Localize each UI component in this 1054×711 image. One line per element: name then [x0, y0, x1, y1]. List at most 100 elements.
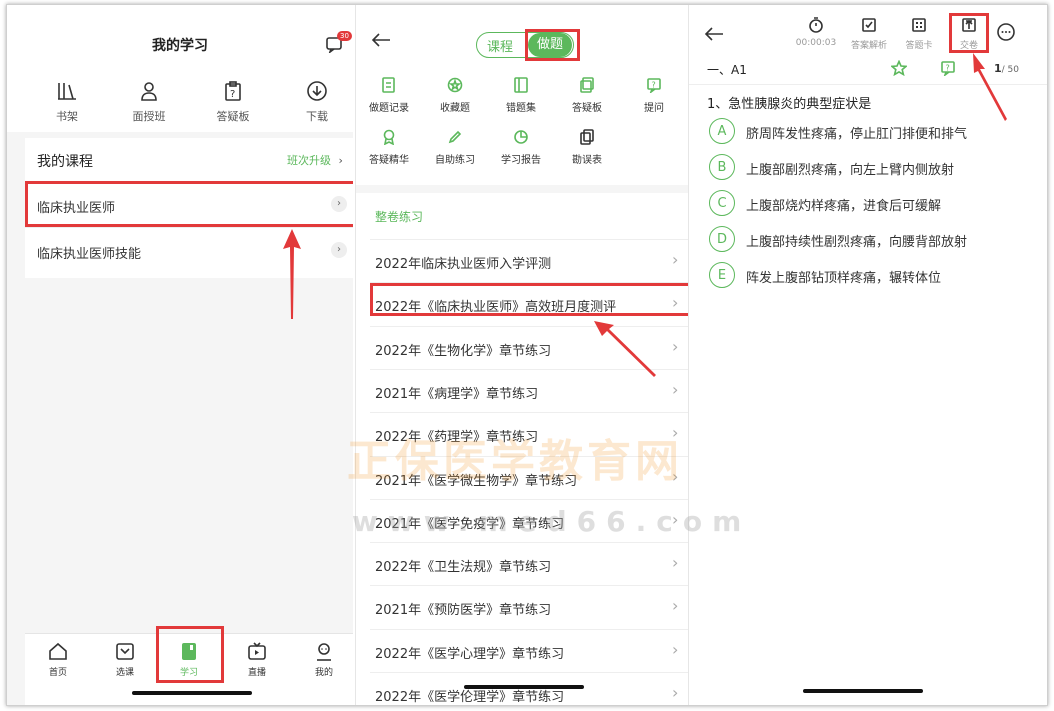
chevron-right-icon: ›	[672, 509, 679, 529]
quick-entry-class[interactable]: 面授班	[121, 80, 177, 124]
quick-entry-qa-board[interactable]: ? 答疑板	[205, 80, 261, 124]
grid-item-report[interactable]: 学习报告	[493, 129, 549, 166]
annotation-arrow	[283, 229, 301, 319]
grid-item-self-practice[interactable]: 自助练习	[427, 129, 483, 166]
quick-entry-bookshelf[interactable]: 书架	[39, 80, 95, 124]
option-d-text[interactable]: 上腹部持续性剧烈疼痛，向腰背部放射	[746, 231, 967, 250]
medal-icon	[383, 129, 395, 146]
pencil-icon	[448, 130, 462, 144]
paper-row[interactable]: 2022年《药理学》章节练习 ›	[370, 412, 688, 455]
tab-course[interactable]: 课程	[480, 36, 520, 55]
option-c-text[interactable]: 上腹部烧灼样疼痛，进食后可缓解	[746, 195, 941, 214]
favorite-button[interactable]	[889, 59, 909, 80]
paper-title: 2022年临床执业医师入学评测	[375, 257, 552, 272]
grid-label: 提问	[644, 103, 664, 114]
option-e-text[interactable]: 阵发上腹部钻顶样疼痛，辗转体位	[746, 267, 941, 286]
home-icon	[49, 642, 67, 660]
home-indicator	[464, 685, 584, 689]
grid-label: 收藏题	[440, 103, 470, 114]
quick-entry-download[interactable]: 下载	[289, 80, 345, 124]
tab-study[interactable]: 学习	[166, 641, 212, 678]
question-mark-icon: ?	[941, 61, 955, 78]
message-badge: 30	[337, 31, 352, 41]
paper-row[interactable]: 2021年《医学微生物学》章节练习 ›	[370, 455, 688, 499]
tab-live[interactable]: 直播	[234, 641, 280, 678]
back-button[interactable]	[370, 31, 392, 53]
tab-home[interactable]: 首页	[35, 641, 81, 678]
study-icon	[182, 643, 196, 660]
grid-item-ask[interactable]: ? 提问	[626, 77, 682, 114]
profile-icon	[317, 643, 331, 661]
qa-board-icon	[580, 77, 594, 93]
grid-item-wrong-book[interactable]: 错题集	[493, 77, 549, 114]
chevron-right-icon: ›	[672, 596, 679, 616]
option-e-badge[interactable]: E	[709, 262, 735, 288]
my-study-screen: 我的学习 30 书架 面授班 ? 答疑板 下载 我的课程 班次升级 › 临床执业…	[7, 5, 353, 705]
chevron-right-icon: ›	[672, 553, 679, 573]
option-d-badge[interactable]: D	[709, 226, 735, 252]
star-icon	[447, 77, 463, 93]
upgrade-link[interactable]: 班次升级 ›	[287, 152, 343, 168]
toolbar-answer-card[interactable]	[894, 17, 944, 37]
question-board-icon: ?	[225, 81, 241, 101]
chevron-right-icon: ›	[672, 250, 679, 269]
back-arrow-icon	[704, 27, 723, 41]
record-icon	[382, 77, 395, 93]
paper-row[interactable]: 2022年临床执业医师入学评测 ›	[370, 239, 688, 282]
svg-text:?: ?	[946, 64, 950, 73]
tab-practice[interactable]: 做题	[528, 33, 572, 57]
option-b-text[interactable]: 上腹部剧烈疼痛，向左上臂内侧放射	[746, 159, 954, 178]
tab-label: 直播	[247, 668, 266, 678]
grid-item-record[interactable]: 做题记录	[361, 77, 417, 114]
bookshelf-icon	[58, 83, 76, 100]
tab-label: 我的	[314, 668, 333, 678]
grid-item-favorites[interactable]: 收藏题	[427, 77, 483, 114]
paper-title: 2022年《药理学》章节练习	[375, 430, 539, 446]
practice-screen: 课程 做题 做题记录 收藏题 错题集 答疑板 ? 提问 答疑精华 自助练习 学习…	[355, 5, 688, 705]
chevron-right-icon: ›	[672, 379, 679, 399]
chevron-right-icon: ›	[672, 683, 679, 702]
back-button[interactable]	[703, 25, 725, 47]
option-a-badge[interactable]: A	[709, 118, 735, 144]
question-text: 1、急性胰腺炎的典型症状是	[707, 97, 872, 112]
message-button[interactable]: 30	[325, 31, 352, 55]
paper-row[interactable]: 2021年《医学免疫学》章节练习 ›	[370, 498, 688, 542]
back-arrow-icon	[371, 33, 390, 47]
annotation-arrow	[594, 321, 656, 377]
course-select-icon	[116, 643, 134, 660]
section-label: 一、A1	[707, 63, 747, 77]
grid-label: 自助练习	[435, 155, 475, 166]
tab-label: 选课	[115, 668, 134, 678]
tab-profile[interactable]: 我的	[301, 641, 347, 678]
grid-label: 学习报告	[501, 155, 541, 166]
toolbar-timer[interactable]	[791, 17, 841, 37]
wrong-book-icon	[514, 77, 528, 93]
submit-icon	[962, 18, 976, 32]
grid-item-errata[interactable]: 勘误表	[559, 129, 615, 166]
paper-row[interactable]: 2021年《预防医学》章节练习 ›	[370, 585, 688, 628]
paper-title: 2022年《医学心理学》章节练习	[375, 646, 565, 662]
grid-item-qa-essence[interactable]: 答疑精华	[361, 129, 417, 166]
page-title: 我的学习	[152, 38, 208, 54]
paper-row[interactable]: 2022年《卫生法规》章节练习 ›	[370, 542, 688, 585]
grid-label: 答疑精华	[369, 155, 409, 166]
grid-item-qa-board[interactable]: 答疑板	[559, 77, 615, 114]
chevron-right-icon: ›	[672, 466, 679, 486]
upgrade-label: 班次升级	[287, 154, 331, 167]
errata-icon	[580, 129, 594, 145]
option-a-text[interactable]: 脐周阵发性疼痛，停止肛门排便和排气	[746, 123, 967, 142]
more-button[interactable]	[997, 23, 1015, 45]
paper-title: 2021年《病理学》章节练习	[375, 386, 539, 402]
toolbar-submit[interactable]	[944, 17, 994, 37]
tab-label: 首页	[48, 668, 67, 678]
option-c-badge[interactable]: C	[709, 190, 735, 216]
paper-row[interactable]: 2022年《医学心理学》章节练习 ›	[370, 628, 688, 672]
tab-course-select[interactable]: 选课	[102, 641, 148, 678]
submit-label: 交卷	[959, 41, 978, 51]
quick-entry-label: 答疑板	[216, 110, 250, 123]
course-row[interactable]: 临床执业医师 ›	[25, 181, 353, 228]
answer-card-label: 答题卡	[905, 41, 933, 51]
toolbar-answer-analysis[interactable]	[844, 17, 894, 37]
option-b-badge[interactable]: B	[709, 154, 735, 180]
question-ask-button[interactable]: ?	[941, 61, 956, 80]
